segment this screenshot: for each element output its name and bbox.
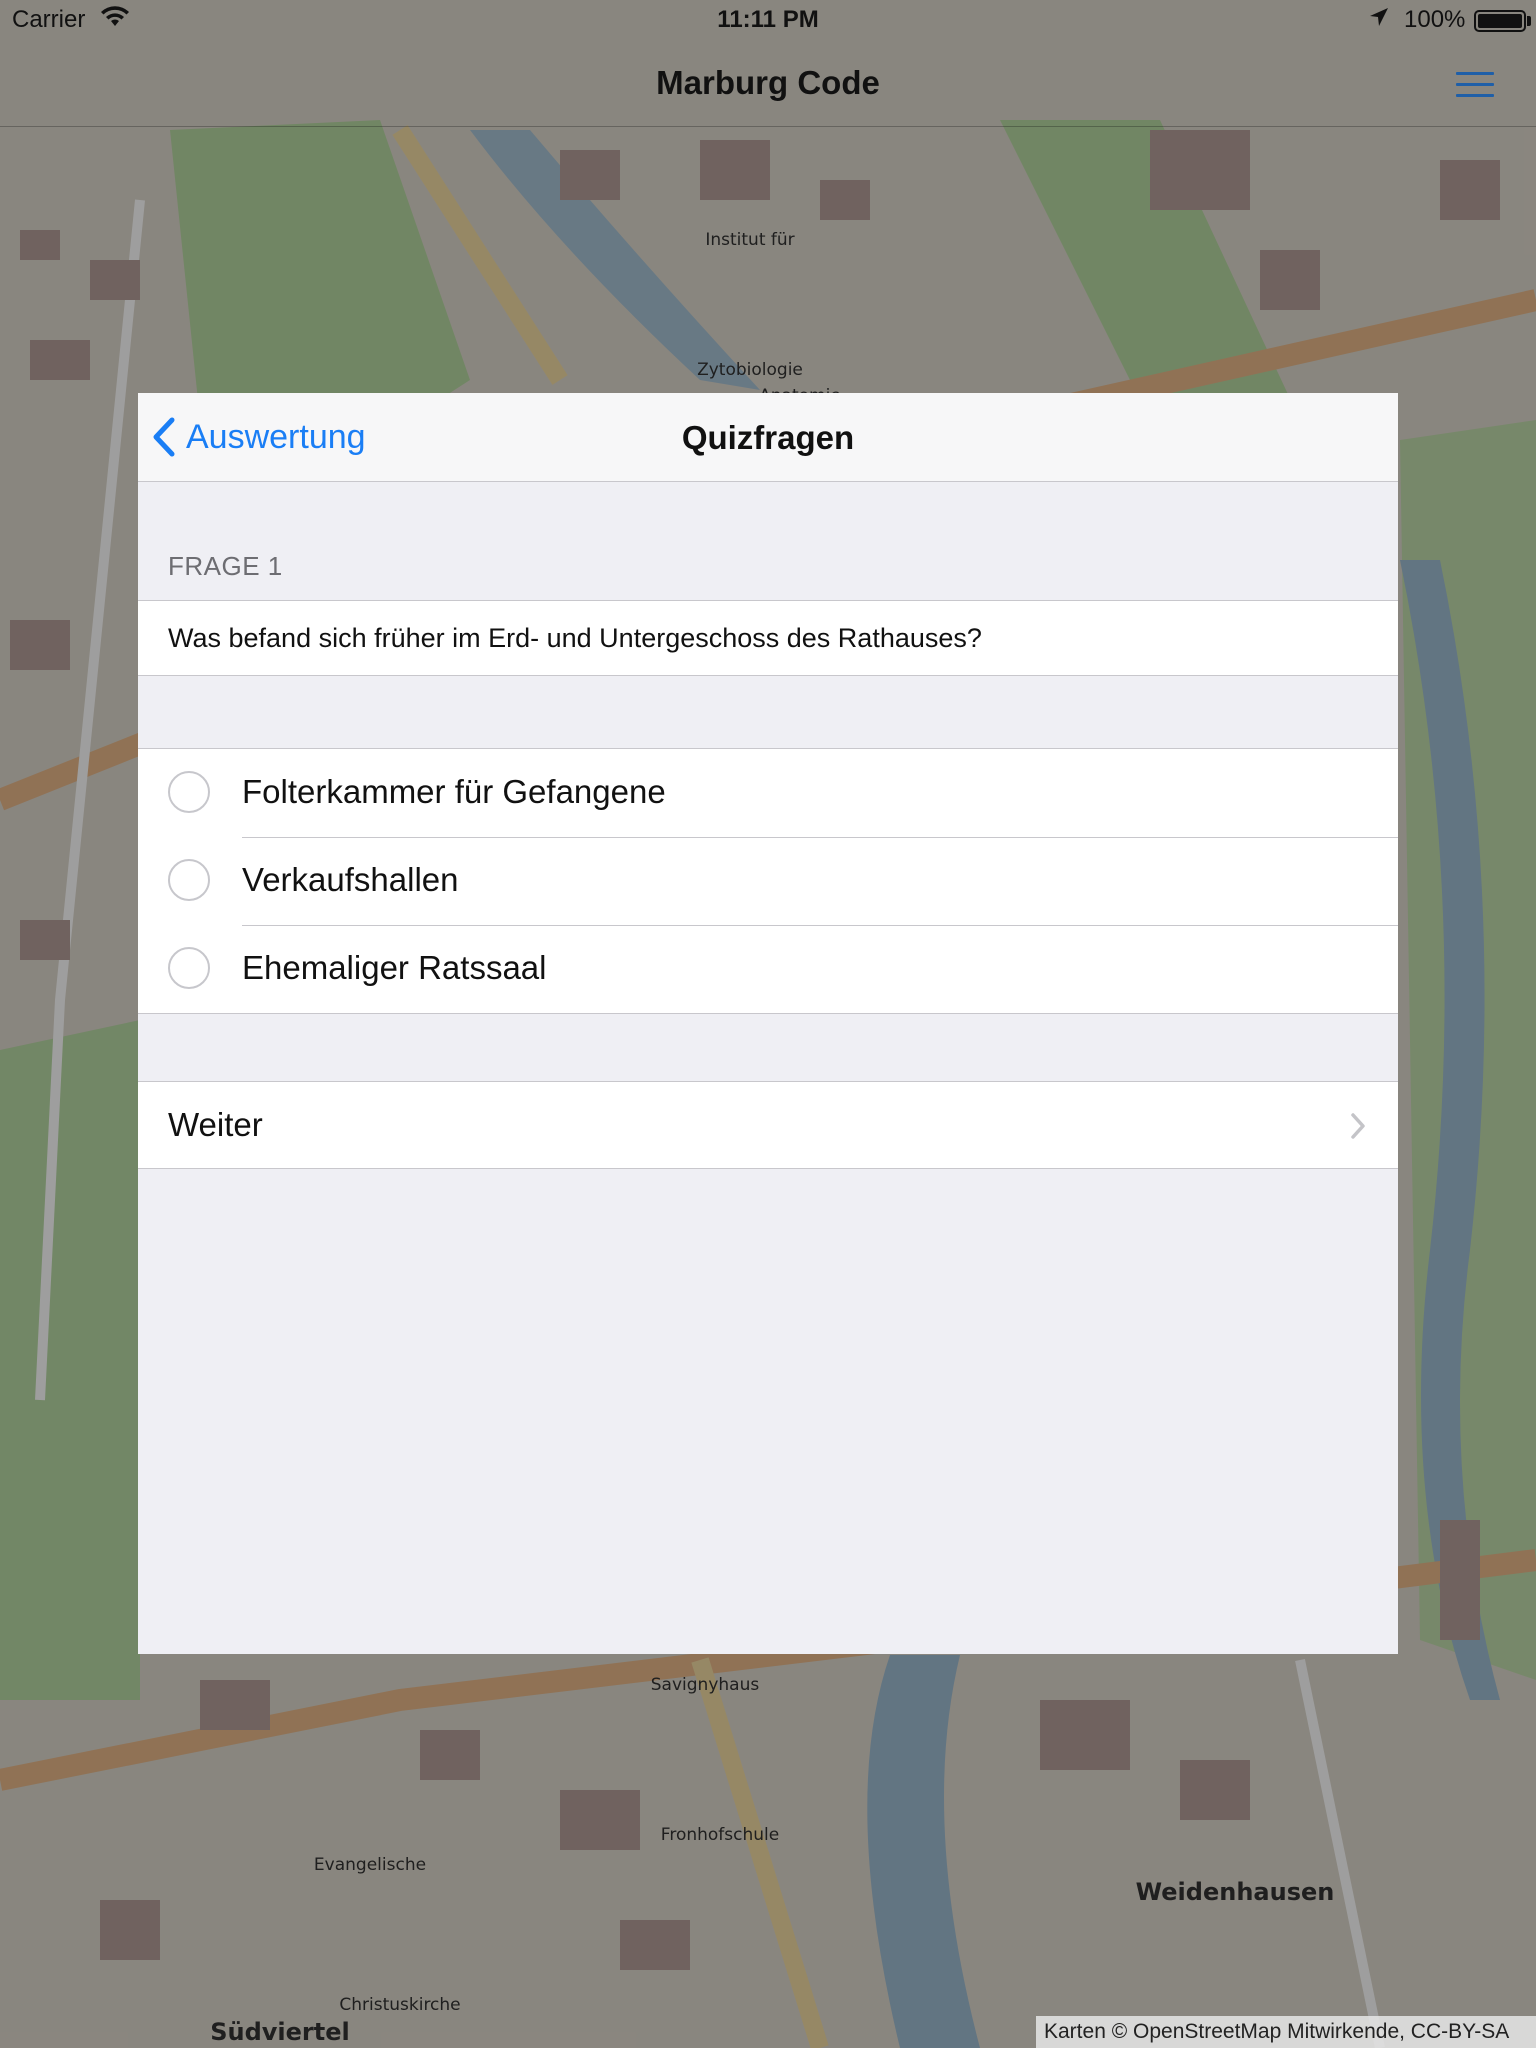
answer-option-label: Ehemaliger Ratssaal — [242, 949, 547, 986]
map-attribution: Karten © OpenStreetMap Mitwirkende, CC-B… — [1036, 2016, 1536, 2048]
modal-nav-bar: Auswertung Quizfragen — [138, 393, 1398, 482]
answer-option-label: Folterkammer für Gefangene — [242, 773, 666, 810]
battery-cap — [1527, 16, 1531, 26]
app-title: Marburg Code — [656, 64, 880, 101]
question-cell: Was befand sich früher im Erd- und Unter… — [138, 600, 1398, 676]
status-bar: Carrier 11:11 PM 100% — [0, 0, 1536, 42]
location-arrow-icon — [1368, 6, 1390, 35]
radio-button[interactable] — [168, 947, 210, 989]
next-button-label: Weiter — [168, 1106, 263, 1143]
next-button[interactable]: Weiter — [138, 1081, 1398, 1169]
answer-option[interactable]: Verkaufshallen — [138, 837, 1398, 925]
battery-icon — [1474, 10, 1526, 32]
answer-options-list: Folterkammer für Gefangene Verkaufshalle… — [138, 748, 1398, 1014]
question-section-header: FRAGE 1 — [168, 551, 283, 581]
chevron-right-icon — [1351, 1113, 1365, 1139]
hamburger-menu-icon[interactable] — [1456, 72, 1494, 98]
clock-label: 11:11 PM — [717, 6, 819, 33]
app-nav-bar: Marburg Code — [0, 42, 1536, 127]
radio-button[interactable] — [168, 771, 210, 813]
radio-button[interactable] — [168, 859, 210, 901]
answer-option-label: Verkaufshallen — [242, 861, 459, 898]
battery-percent: 100% — [1404, 6, 1466, 33]
modal-title: Quizfragen — [681, 419, 855, 456]
answer-option[interactable]: Folterkammer für Gefangene — [138, 749, 1398, 837]
quiz-modal: Auswertung Quizfragen FRAGE 1 Was befand… — [138, 393, 1398, 1654]
answer-option[interactable]: Ehemaliger Ratssaal — [138, 925, 1398, 1013]
question-text: Was befand sich früher im Erd- und Unter… — [168, 623, 982, 653]
